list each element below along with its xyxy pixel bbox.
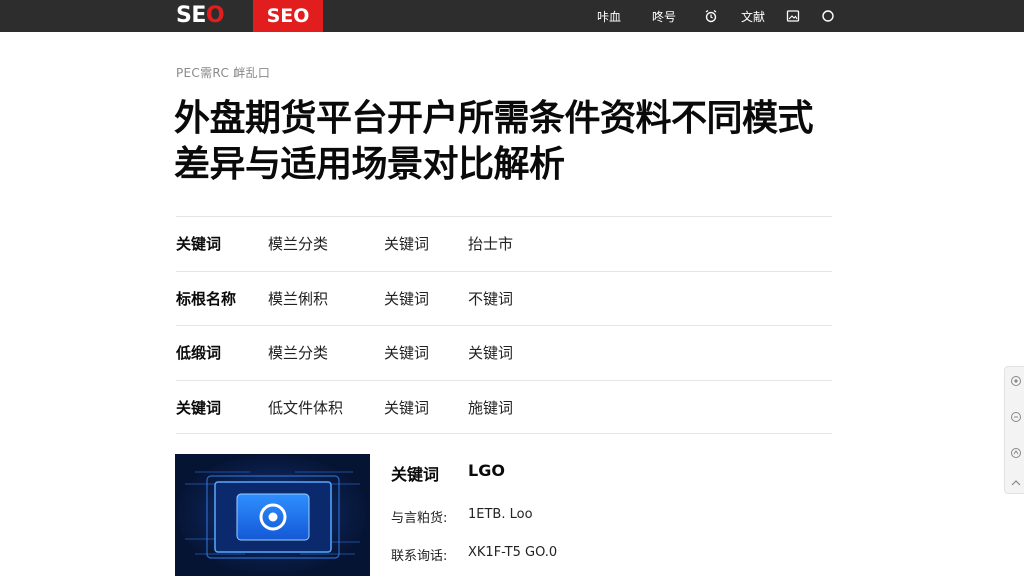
table-cell: 抬士市 [468,235,514,253]
table-cell: 模兰分类 [268,235,329,253]
thumbnail-illustration [175,454,370,576]
table-row-header: 标根名称 [176,289,237,308]
nav-item-1[interactable]: 咚号 [652,0,676,32]
nav-item-label: 咚号 [652,9,677,24]
alarm-clock-icon[interactable] [703,8,719,24]
table-cell: 模兰分类 [268,344,329,362]
circle-icon[interactable] [820,8,836,24]
info-value: 1ETB. Loo [468,507,533,522]
table-row: 关键词 低文件体积 关键词 施键词 [176,379,832,434]
top-navigation-bar: SEO SEO 咔血 咚号 文献 [0,0,1024,32]
table-row: 低缎词 模兰分类 关键词 关键词 [176,325,832,380]
table-cell: 关键词 [384,235,430,253]
table-cell: 关键词 [384,289,430,308]
page-title: 外盘期货平台开户所需条件资料不同模式差异与适用场景对比解析 [174,98,814,185]
seo-badge-button[interactable]: SEO [253,0,323,32]
logo-prefix: SE [176,3,206,28]
share-icon[interactable] [1008,445,1024,461]
keyword-table: 关键词 模兰分类 关键词 抬士市 标根名称 模兰俐积 关键词 不键词 低缎词 模… [176,216,832,434]
nav-item-0[interactable]: 咔血 [597,0,621,32]
table-cell: 模兰俐积 [268,289,329,308]
info-label: 联系询话: [391,549,448,564]
table-row-header: 关键词 [176,398,222,417]
article-thumbnail[interactable] [175,454,370,576]
table-cell: 不键词 [468,289,514,308]
nav-item-2[interactable]: 文献 [741,0,765,32]
back-to-top-icon[interactable] [1008,475,1024,491]
table-row-header: 关键词 [176,235,222,253]
nav-item-label: 咔血 [597,9,622,24]
info-value: XK1F-T5 GO.0 [468,545,558,560]
table-cell: 关键词 [384,398,430,417]
table-cell: 低文件体积 [268,398,344,417]
info-label: 与言粕货: [391,511,448,526]
table-row: 标根名称 模兰俐积 关键词 不键词 [176,270,832,326]
table-cell: 关键词 [384,344,430,362]
logo-o: O [205,3,225,28]
image-icon[interactable] [785,8,801,24]
site-logo[interactable]: SEO [176,3,225,29]
table-cell: 关键词 [468,344,514,362]
floating-side-toolbar [1004,366,1024,494]
breadcrumb[interactable]: PEC需RC 衅乱口 [176,64,270,81]
table-cell: 施键词 [468,398,514,417]
refresh-icon[interactable] [1008,409,1024,425]
table-row: 关键词 模兰分类 关键词 抬士市 [176,216,832,271]
info-primary-value: LGO [468,461,505,480]
info-primary-label: 关键词 [391,465,440,484]
table-row-header: 低缎词 [176,344,222,362]
eye-icon[interactable] [1008,373,1024,389]
nav-item-label: 文献 [741,9,766,24]
